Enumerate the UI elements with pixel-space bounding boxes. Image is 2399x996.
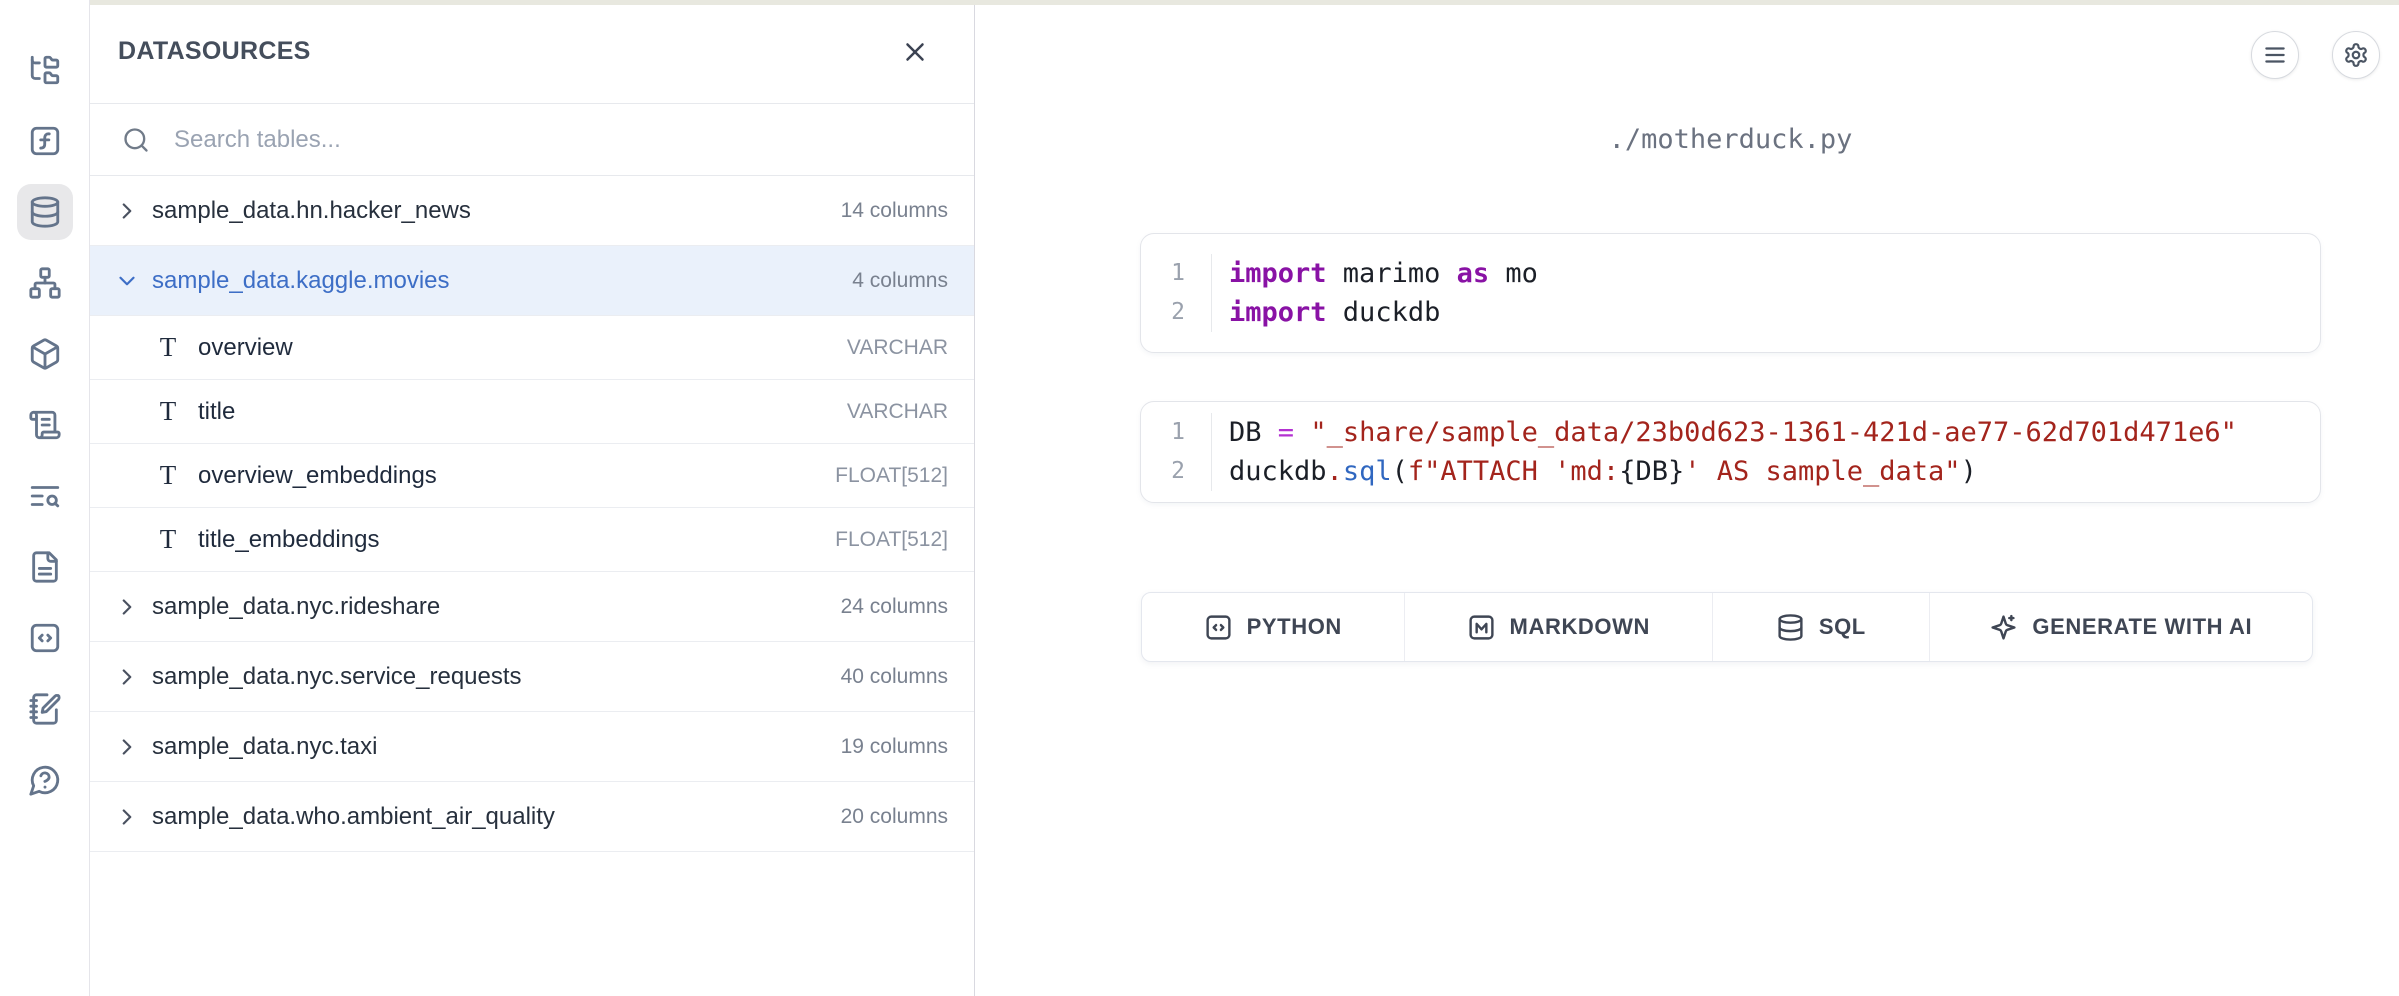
- sidebar-item-code-square[interactable]: [17, 610, 73, 666]
- column-type: VARCHAR: [847, 336, 948, 360]
- notebook-filename[interactable]: ./motherduck.py: [1140, 124, 2321, 155]
- chevron-right-icon[interactable]: [114, 198, 140, 224]
- database-icon: [1776, 613, 1805, 642]
- package-icon: [28, 337, 62, 371]
- add-cell-label: MARKDOWN: [1510, 614, 1650, 640]
- text-type-icon: T: [156, 524, 180, 555]
- database-icon: [28, 195, 62, 229]
- sidebar-item-file-text[interactable]: [17, 539, 73, 595]
- column-name: overview_embeddings: [198, 462, 437, 490]
- add-cell-label: SQL: [1819, 614, 1866, 640]
- datasource-table-row[interactable]: sample_data.nyc.taxi 19 columns: [90, 712, 974, 782]
- table-name: sample_data.nyc.rideshare: [152, 593, 440, 621]
- column-type: FLOAT[512]: [835, 464, 948, 488]
- top-accent-strip: [90, 0, 2399, 5]
- datasource-column-row[interactable]: Toverview VARCHAR: [90, 316, 974, 380]
- column-name: overview: [198, 334, 293, 362]
- table-name: sample_data.nyc.service_requests: [152, 663, 522, 691]
- sidebar-item-database[interactable]: [17, 184, 73, 240]
- file-tree-icon: [28, 53, 62, 87]
- line-numbers: 12: [1141, 413, 1212, 491]
- notebook-menu-button[interactable]: [2251, 31, 2299, 79]
- sidebar-item-network[interactable]: [17, 255, 73, 311]
- notebook-area: ./motherduck.py 12import marimo as mo im…: [976, 0, 2399, 996]
- add-cell-label: GENERATE WITH AI: [2032, 614, 2252, 640]
- datasource-column-row[interactable]: Ttitle_embeddings FLOAT[512]: [90, 508, 974, 572]
- column-count: 4 columns: [852, 269, 948, 293]
- table-name: sample_data.nyc.taxi: [152, 733, 377, 761]
- chevron-right-icon[interactable]: [114, 804, 140, 830]
- datasource-column-row[interactable]: Toverview_embeddings FLOAT[512]: [90, 444, 974, 508]
- text-type-icon: T: [156, 460, 180, 491]
- sparkles-icon: [1989, 613, 2018, 642]
- code-cell[interactable]: 12DB = "_share/sample_data/23b0d623-1361…: [1140, 401, 2321, 503]
- sidebar-item-list-search[interactable]: [17, 468, 73, 524]
- settings-button[interactable]: [2332, 31, 2380, 79]
- list-search-icon: [28, 479, 62, 513]
- add-cell-python-button[interactable]: PYTHON: [1142, 593, 1405, 661]
- text-type-icon: T: [156, 332, 180, 363]
- add-cell-markdown-button[interactable]: MARKDOWN: [1405, 593, 1713, 661]
- column-name: title_embeddings: [198, 526, 379, 554]
- column-count: 40 columns: [841, 665, 948, 689]
- add-cell-toolbar: PYTHON MARKDOWN SQL GENERATE WITH AI: [1141, 592, 2313, 662]
- datasource-table-row[interactable]: sample_data.kaggle.movies 4 columns: [90, 246, 974, 316]
- column-count: 20 columns: [841, 805, 948, 829]
- column-type: VARCHAR: [847, 400, 948, 424]
- search-row: [90, 104, 974, 176]
- scroll-text-icon: [28, 408, 62, 442]
- network-icon: [28, 266, 62, 300]
- chevron-right-icon[interactable]: [114, 734, 140, 760]
- text-type-icon: T: [156, 396, 180, 427]
- datasource-table-row[interactable]: sample_data.hn.hacker_news 14 columns: [90, 176, 974, 246]
- datasources-panel: DATASOURCES sample_data.hn.hacker_news 14…: [90, 0, 975, 996]
- column-count: 24 columns: [841, 595, 948, 619]
- code-editor[interactable]: import marimo as mo import duckdb: [1212, 254, 1538, 332]
- help-bubble-icon: [28, 763, 62, 797]
- line-numbers: 12: [1141, 254, 1212, 332]
- column-count: 19 columns: [841, 735, 948, 759]
- sidebar-item-scroll-text[interactable]: [17, 397, 73, 453]
- panel-title: DATASOURCES: [118, 37, 311, 66]
- chevron-right-icon[interactable]: [114, 594, 140, 620]
- notebook-pen-icon: [28, 692, 62, 726]
- table-name: sample_data.hn.hacker_news: [152, 197, 471, 225]
- table-name: sample_data.kaggle.movies: [152, 267, 450, 295]
- datasource-table-row[interactable]: sample_data.nyc.service_requests 40 colum…: [90, 642, 974, 712]
- add-cell-label: PYTHON: [1247, 614, 1342, 640]
- code-square-icon: [28, 621, 62, 655]
- sidebar-item-package[interactable]: [17, 326, 73, 382]
- function-square-icon: [28, 124, 62, 158]
- panel-header: DATASOURCES: [90, 0, 974, 104]
- code-square-icon: [1204, 613, 1233, 642]
- add-cell-sql-button[interactable]: SQL: [1713, 593, 1930, 661]
- close-panel-button[interactable]: [900, 37, 930, 67]
- code-cell[interactable]: 12import marimo as mo import duckdb: [1140, 233, 2321, 353]
- sidebar-item-help-bubble[interactable]: [17, 752, 73, 808]
- chevron-right-icon[interactable]: [114, 664, 140, 690]
- datasource-table-row[interactable]: sample_data.nyc.rideshare 24 columns: [90, 572, 974, 642]
- search-tables-input[interactable]: [174, 126, 946, 154]
- chevron-down-icon[interactable]: [114, 268, 140, 294]
- column-type: FLOAT[512]: [835, 528, 948, 552]
- sidebar-item-file-tree[interactable]: [17, 42, 73, 98]
- datasource-tree: sample_data.hn.hacker_news14 columnssamp…: [90, 176, 974, 852]
- table-name: sample_data.who.ambient_air_quality: [152, 803, 555, 831]
- code-editor[interactable]: DB = "_share/sample_data/23b0d623-1361-4…: [1212, 413, 2237, 491]
- column-count: 14 columns: [841, 199, 948, 223]
- search-icon: [122, 126, 150, 154]
- sidebar-item-notebook-pen[interactable]: [17, 681, 73, 737]
- sidebar-item-function-square[interactable]: [17, 113, 73, 169]
- datasource-column-row[interactable]: Ttitle VARCHAR: [90, 380, 974, 444]
- column-name: title: [198, 398, 235, 426]
- datasource-table-row[interactable]: sample_data.who.ambient_air_quality 20 co…: [90, 782, 974, 852]
- activity-sidebar: [0, 0, 90, 996]
- add-cell-generate-with-ai-button[interactable]: GENERATE WITH AI: [1930, 593, 2312, 661]
- markdown-square-icon: [1467, 613, 1496, 642]
- file-text-icon: [28, 550, 62, 584]
